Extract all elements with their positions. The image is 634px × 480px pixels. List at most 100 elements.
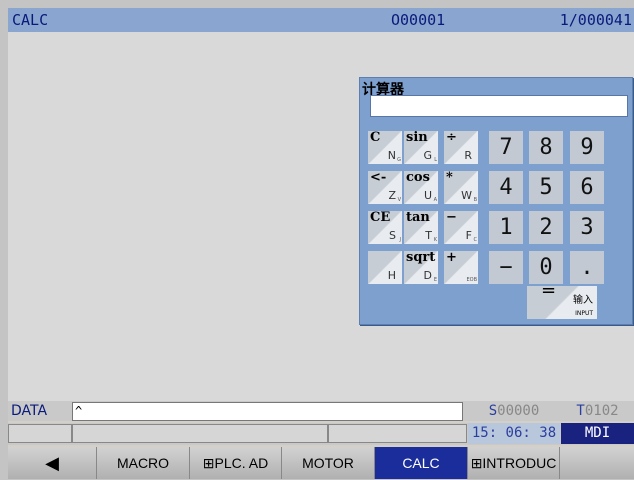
- status-field-1: [8, 424, 72, 443]
- calc-key[interactable]: 9: [570, 131, 604, 164]
- calc-key-sub-letter: EOB: [466, 277, 477, 283]
- calc-key[interactable]: 4: [489, 171, 523, 204]
- calc-key-sub-letter: V: [397, 197, 401, 203]
- calc-key-letter: F: [465, 229, 472, 242]
- calc-key-function: C: [370, 130, 381, 145]
- calc-key[interactable]: * W B: [444, 171, 478, 204]
- calc-key[interactable]: sin G L: [404, 131, 438, 164]
- calc-key[interactable]: ÷ R: [444, 131, 478, 164]
- data-input[interactable]: ^: [72, 402, 463, 421]
- calc-key[interactable]: 2: [529, 211, 563, 244]
- calc-key-label: 4: [499, 175, 513, 200]
- softkey-bar: ◀ MACRO ⊞PLC. AD MOTOR CALC ⊞INTRODUC: [8, 447, 634, 479]
- calc-key-letter: N: [387, 149, 396, 162]
- calc-key-sub-letter: K: [433, 237, 437, 243]
- calculator-panel: 计算器 C N Gsin G L ÷ R 7 8 9 <- Z Vcos U A * W B 4 5 6 CE S Jtan T…: [359, 77, 633, 325]
- softkey-plc-ad-button[interactable]: ⊞PLC. AD: [190, 447, 282, 479]
- mode-indicator: MDI: [561, 423, 634, 444]
- calc-key-label: 9: [580, 135, 594, 160]
- program-count: 1/000041: [559, 11, 632, 29]
- softkey-motor-button[interactable]: MOTOR: [282, 447, 375, 479]
- calc-key-letter: S: [389, 229, 396, 242]
- calc-key-sub-letter: G: [397, 157, 401, 163]
- calc-key-function: sin: [406, 130, 428, 145]
- calc-key[interactable]: 3: [570, 211, 604, 244]
- main-area: 计算器 C N Gsin G L ÷ R 7 8 9 <- Z Vcos U A * W B 4 5 6 CE S Jtan T…: [8, 32, 634, 401]
- calc-key-label: 2: [539, 215, 553, 240]
- calc-key-label: 6: [580, 175, 594, 200]
- calc-key-label: 5: [539, 175, 553, 200]
- calc-key-letter: Z: [388, 189, 396, 202]
- status-row: 15: 06: 38 MDI: [8, 423, 634, 445]
- calc-key-function: CE: [370, 210, 391, 225]
- calc-key[interactable]: tan T K: [404, 211, 438, 244]
- clock: 15: 06: 38: [468, 423, 560, 444]
- calc-key[interactable]: 7: [489, 131, 523, 164]
- calc-key-label: 1: [499, 215, 513, 240]
- calc-key-function: +: [446, 250, 457, 265]
- screen-frame: CALC O00001 1/000041 计算器 C N Gsin G L ÷ R 7 8 9 <-…: [8, 8, 634, 479]
- calc-key[interactable]: 5: [529, 171, 563, 204]
- calc-key[interactable]: sqrt D E: [404, 251, 438, 284]
- calc-key-function: tan: [406, 210, 430, 225]
- calc-key-letter: H: [387, 269, 396, 282]
- calc-key-function: *: [446, 170, 453, 185]
- calc-key[interactable]: .: [570, 251, 604, 284]
- calc-key-function: <-: [370, 170, 387, 185]
- calc-key-letter: G: [423, 149, 432, 162]
- calc-key[interactable]: 8: [529, 131, 563, 164]
- spindle-value: 00000: [497, 403, 540, 419]
- calc-key-label: 3: [580, 215, 594, 240]
- softkey-calc-button[interactable]: CALC: [375, 447, 468, 479]
- calc-key-letter: R: [464, 149, 472, 162]
- calc-key[interactable]: − F C: [444, 211, 478, 244]
- calc-key-equals-input[interactable]: = 输入 INPUT: [527, 280, 597, 319]
- calc-key-letter: T: [425, 229, 432, 242]
- calc-key[interactable]: <- Z V: [368, 171, 402, 204]
- title-bar: CALC O00001 1/000041: [8, 8, 634, 32]
- calc-key-sub-letter: J: [399, 237, 401, 243]
- equals-sign: =: [541, 280, 557, 301]
- calc-key[interactable]: H: [368, 251, 402, 284]
- tool-prefix: T: [576, 403, 585, 419]
- calc-key-function: cos: [406, 170, 430, 185]
- calc-key-letter: U: [423, 189, 432, 202]
- softkey-blank-button[interactable]: [560, 447, 634, 479]
- status-field-2: [72, 424, 328, 443]
- calc-key-sub-letter: A: [433, 197, 437, 203]
- calc-key-sub-letter: E: [433, 277, 437, 283]
- calc-key[interactable]: CE S J: [368, 211, 402, 244]
- input-label: 输入: [573, 295, 593, 306]
- calc-key-label: −: [499, 255, 513, 280]
- tool-value: 0102: [584, 403, 619, 419]
- softkey-macro-button[interactable]: MACRO: [97, 447, 190, 479]
- screen-title: CALC: [12, 11, 49, 29]
- data-label: DATA: [11, 403, 48, 419]
- calc-key-letter: W: [461, 189, 472, 202]
- calc-key-function: −: [446, 210, 457, 225]
- calc-key[interactable]: 1: [489, 211, 523, 244]
- calc-key[interactable]: −: [489, 251, 523, 284]
- calc-key-label: .: [580, 255, 594, 280]
- calc-key-sub-letter: L: [434, 157, 437, 163]
- calc-key[interactable]: 6: [570, 171, 604, 204]
- calc-key-label: 8: [539, 135, 553, 160]
- calc-key[interactable]: cos U A: [404, 171, 438, 204]
- input-sub-label: INPUT: [575, 310, 593, 317]
- calc-key-letter: D: [423, 269, 432, 282]
- data-row: DATA ^ S00000 T0102: [8, 401, 634, 421]
- calc-key[interactable]: CNG: [368, 131, 402, 164]
- calc-key-label: 7: [499, 135, 513, 160]
- program-number: O00001: [391, 11, 446, 29]
- calc-key-function: ÷: [446, 130, 457, 145]
- status-field-3: [328, 424, 467, 443]
- spindle-prefix: S: [488, 403, 498, 419]
- calculator-display: [370, 95, 628, 117]
- calc-key[interactable]: + EOB: [444, 251, 478, 284]
- calc-key-function: sqrt: [406, 250, 436, 265]
- softkey-introduc-button[interactable]: ⊞INTRODUC: [468, 447, 560, 479]
- left-arrow-icon: ◀: [45, 453, 59, 473]
- spindle-speed: S00000: [468, 401, 560, 421]
- tool-number: T0102: [561, 401, 634, 421]
- softkey-back-button[interactable]: ◀: [8, 447, 97, 479]
